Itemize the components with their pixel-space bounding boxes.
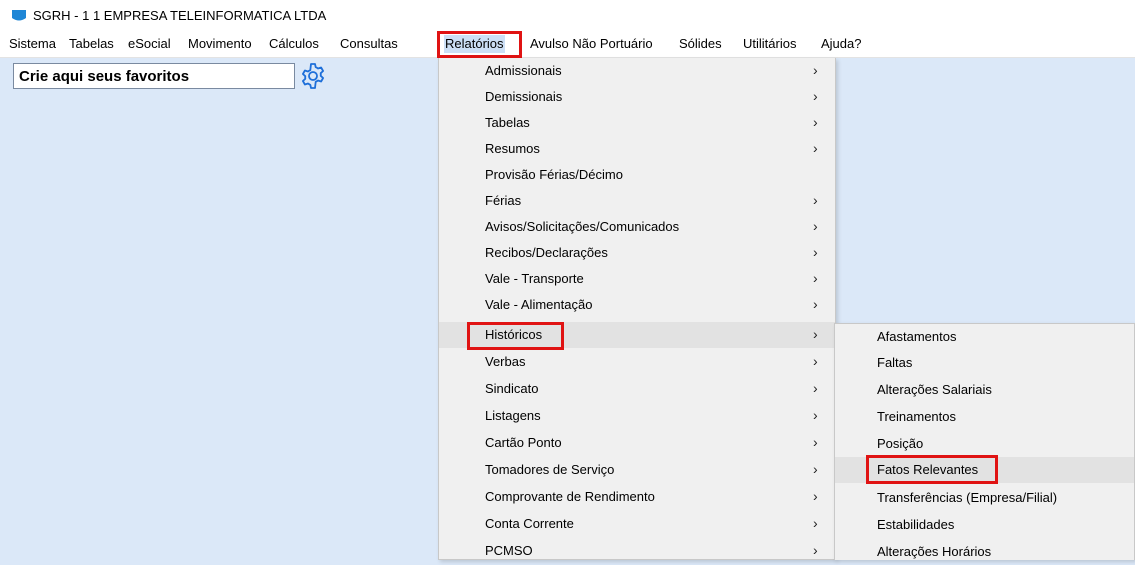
menu-item-label: Vale - Alimentação [485,297,593,312]
chevron-right-icon: › [813,192,818,208]
menu-item-recibos-declaracoes[interactable]: Recibos/Declarações › [439,240,835,266]
menu-item-vale-transporte[interactable]: Vale - Transporte › [439,266,835,292]
chevron-right-icon: › [813,244,818,260]
menu-item-label: Cartão Ponto [485,435,562,450]
menu-item-label: Transferências (Empresa/Filial) [877,490,1058,505]
chevron-right-icon: › [813,296,818,312]
menu-item-ferias[interactable]: Férias › [439,188,835,214]
menu-item-comprovante-de-rendimento[interactable]: Comprovante de Rendimento › [439,484,835,510]
chevron-right-icon: › [813,434,818,450]
menu-item-label: Vale - Transporte [485,271,584,286]
window-title: SGRH - 1 1 EMPRESA TELEINFORMATICA LTDA [33,8,327,23]
submenu-item-estabilidades[interactable]: Estabilidades [835,512,1134,538]
menu-item-label: Tomadores de Serviço [485,462,615,477]
menu-item-label: Demissionais [485,89,563,104]
chevron-right-icon: › [813,407,818,423]
historicos-submenu: Afastamentos Faltas Alterações Salariais… [834,323,1135,560]
chevron-right-icon: › [813,140,818,156]
menu-item-label: Históricos [485,327,543,342]
menu-movimento[interactable]: Movimento [187,35,253,53]
chevron-right-icon: › [813,326,818,342]
menu-item-label: Treinamentos [877,409,956,424]
chevron-right-icon: › [813,88,818,104]
chevron-right-icon: › [813,542,818,558]
chevron-right-icon: › [813,114,818,130]
menu-item-label: Férias [485,193,522,208]
menu-solides[interactable]: Sólides [678,35,723,53]
menu-calculos[interactable]: Cálculos [268,35,320,53]
menu-item-label: Avisos/Solicitações/Comunicados [485,219,680,234]
menu-item-label: Faltas [877,355,913,370]
app-icon [12,10,26,21]
menu-item-provisao-ferias-decimo[interactable]: Provisão Férias/Décimo [439,162,835,188]
menu-relatorios[interactable]: Relatórios [444,35,505,53]
menu-item-tabelas[interactable]: Tabelas › [439,110,835,136]
menu-item-label: Verbas [485,354,526,369]
chevron-right-icon: › [813,461,818,477]
chevron-right-icon: › [813,218,818,234]
menu-consultas[interactable]: Consultas [339,35,399,53]
submenu-item-posicao[interactable]: Posição [835,431,1134,457]
menu-item-label: Sindicato [485,381,539,396]
menu-item-label: Estabilidades [877,517,955,532]
relatorios-dropdown: Admissionais › Demissionais › Tabelas › Res… [438,58,836,560]
chevron-right-icon: › [813,353,818,369]
menu-item-demissionais[interactable]: Demissionais › [439,84,835,110]
favorites-box [13,63,295,89]
menu-item-label: Listagens [485,408,541,423]
submenu-item-faltas[interactable]: Faltas [835,350,1134,376]
menu-item-pcmso[interactable]: PCMSO › [439,538,835,564]
submenu-item-fatos-relevantes[interactable]: Fatos Relevantes [835,457,1134,483]
chevron-right-icon: › [813,380,818,396]
menu-ajuda[interactable]: Ajuda? [820,35,862,53]
chevron-right-icon: › [813,270,818,286]
submenu-item-treinamentos[interactable]: Treinamentos [835,404,1134,430]
submenu-item-afastamentos[interactable]: Afastamentos [835,324,1134,350]
menu-item-historicos[interactable]: Históricos › [439,322,835,348]
gear-icon[interactable] [299,62,327,90]
menu-avulso-nao-portuario[interactable]: Avulso Não Portuário [529,35,654,53]
menu-tabelas[interactable]: Tabelas [68,35,115,53]
menu-item-resumos[interactable]: Resumos › [439,136,835,162]
menu-item-cartao-ponto[interactable]: Cartão Ponto › [439,430,835,456]
menu-item-admissionais[interactable]: Admissionais › [439,58,835,84]
menu-item-tomadores-de-servico[interactable]: Tomadores de Serviço › [439,457,835,483]
menu-item-label: Admissionais [485,63,562,78]
menu-esocial[interactable]: eSocial [127,35,172,53]
favorites-input[interactable] [19,67,289,85]
menu-item-label: Afastamentos [877,329,957,344]
submenu-item-transferencias[interactable]: Transferências (Empresa/Filial) [835,485,1134,511]
menu-item-label: Fatos Relevantes [877,462,979,477]
menu-item-listagens[interactable]: Listagens › [439,403,835,429]
menu-item-label: Alterações Horários [877,544,992,559]
submenu-item-alteracoes-horarios[interactable]: Alterações Horários [835,539,1134,565]
menu-utilitarios[interactable]: Utilitários [742,35,797,53]
menu-item-avisos[interactable]: Avisos/Solicitações/Comunicados › [439,214,835,240]
menu-sistema[interactable]: Sistema [8,35,57,53]
menu-item-label: Alterações Salariais [877,382,992,397]
menu-item-label: Posição [877,436,924,451]
menu-item-vale-alimentacao[interactable]: Vale - Alimentação › [439,292,835,318]
menu-item-label: Recibos/Declarações [485,245,608,260]
menu-item-sindicato[interactable]: Sindicato › [439,376,835,402]
menu-item-label: PCMSO [485,543,533,558]
chevron-right-icon: › [813,515,818,531]
menu-item-conta-corrente[interactable]: Conta Corrente › [439,511,835,537]
menu-item-label: Conta Corrente [485,516,574,531]
menu-item-verbas[interactable]: Verbas › [439,349,835,375]
menu-item-label: Resumos [485,141,540,156]
chevron-right-icon: › [813,488,818,504]
title-bar: SGRH - 1 1 EMPRESA TELEINFORMATICA LTDA [0,0,1135,31]
menu-bar: Sistema Tabelas eSocial Movimento Cálcul… [0,31,1135,58]
menu-item-label: Provisão Férias/Décimo [485,167,623,182]
menu-item-label: Tabelas [485,115,530,130]
chevron-right-icon: › [813,62,818,78]
submenu-item-alteracoes-salariais[interactable]: Alterações Salariais [835,377,1134,403]
menu-item-label: Comprovante de Rendimento [485,489,655,504]
